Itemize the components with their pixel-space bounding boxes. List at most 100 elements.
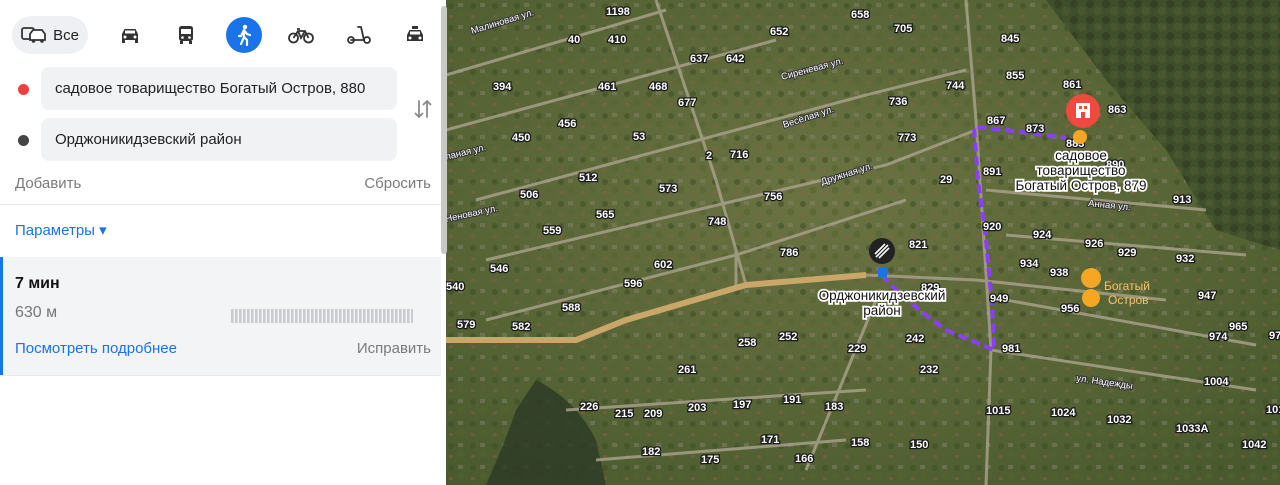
satellite-map[interactable]: 1198 658 705 845 40 410 637 642 652 855 861 863 394 4… [446,0,1280,485]
to-marker-dot [18,135,29,146]
house-number-label: 461 [598,81,616,93]
add-point-link[interactable]: Добавить [15,175,81,192]
elevation-profile [231,309,413,323]
to-field-row: Орджоникидзевский район [15,118,435,162]
house-number-label: 468 [649,81,667,93]
house-number-label: 773 [898,132,916,144]
house-number-label: 891 [983,166,1001,178]
divider [0,375,441,376]
house-number-label: 821 [909,239,927,251]
house-number-label: 209 [644,408,662,420]
house-number-label: 949 [990,293,1008,305]
from-input[interactable]: садовое товарищество Богатый Остров, 880 [41,67,397,110]
walk-icon [237,24,252,46]
house-number-label: 565 [596,209,614,221]
house-number-label: 855 [1006,70,1024,82]
house-number-label: 956 [1061,303,1079,315]
mode-scooter-button[interactable] [344,16,374,54]
house-number-label: 242 [906,333,924,345]
house-number-label: 410 [608,34,626,46]
route-fix-link[interactable]: Исправить [357,340,431,357]
house-number-label: 506 [520,189,538,201]
taxi-icon [407,26,423,41]
house-number-label: 970 [1269,330,1280,342]
poi-label-line1: Богатый [1104,279,1150,293]
house-number-label: 456 [558,118,576,130]
house-number-label: 938 [1050,267,1068,279]
house-number-label: 1042 [1242,439,1266,451]
multi-transport-icon [21,27,46,43]
route-distance: 630 м [15,304,58,321]
mode-walk-button[interactable] [226,17,262,53]
mode-car-button[interactable] [115,16,145,54]
house-number-label: 873 [1026,123,1044,135]
house-number-label: 1004 [1204,376,1229,388]
house-number-label: 258 [738,337,756,349]
swap-arrows-icon [414,100,432,118]
house-number-label: 934 [1020,258,1039,270]
house-number-label: 150 [910,439,928,451]
transport-modes: Все [12,16,432,54]
swap-points-button[interactable] [413,98,433,125]
house-number-label: 394 [493,81,512,93]
map-view[interactable]: 1198 658 705 845 40 410 637 642 652 855 861 863 394 4… [446,0,1280,485]
house-number-label: 540 [446,281,464,293]
house-number-label: 582 [512,321,530,333]
house-number-label: 736 [889,96,907,108]
reset-link[interactable]: Сбросить [364,175,431,192]
house-number-label: 705 [894,23,912,35]
route-time: 7 мин [15,275,60,292]
bus-stop-icon [878,268,887,277]
house-number-label: 183 [825,401,843,413]
house-number-label: 232 [920,364,938,376]
house-number-label: 845 [1001,33,1019,45]
panel-scrollbar[interactable] [441,6,447,254]
poi-pin-icon[interactable] [1081,268,1102,288]
house-number-label: 642 [726,53,744,65]
bus-icon [179,26,193,44]
house-number-label: 175 [701,454,719,466]
house-number-label: 748 [708,216,726,228]
poi-label-line2: Остров [1108,293,1149,307]
mode-all-label: Все [53,26,79,44]
route-card[interactable]: 7 мин 630 м Посмотреть подробнее Исправи… [0,257,441,375]
house-number-label: 756 [764,191,782,203]
house-number-label: 965 [1229,321,1247,333]
route-details-link[interactable]: Посмотреть подробнее [15,340,177,357]
house-number-label: 924 [1033,229,1052,241]
house-number-label: 29 [940,174,952,186]
mode-all-button[interactable]: Все [12,16,88,54]
house-number-label: 197 [733,399,751,411]
destination-sub-icon [1073,130,1087,144]
house-number-label: 158 [851,437,869,449]
house-number-label: 166 [795,453,813,465]
to-input[interactable]: Орджоникидзевский район [41,118,397,161]
mode-bike-button[interactable] [286,16,316,54]
house-number-label: 1015 [986,405,1010,417]
house-number-label: 926 [1085,238,1103,250]
house-number-label: 947 [1198,290,1216,302]
house-number-label: 573 [659,183,677,195]
from-marker-dot [18,84,29,95]
house-number-label: 658 [851,9,869,21]
house-number-label: 40 [568,34,580,46]
house-number-label: 716 [730,149,748,161]
mode-bus-button[interactable] [171,16,201,54]
house-number-label: 1032 [1107,414,1131,426]
destination-label-line3: Богатый Остров, 879 [1015,178,1146,193]
house-number-label: 863 [1108,104,1126,116]
parameters-toggle[interactable]: Параметры ▾ [15,221,107,239]
mode-taxi-button[interactable] [400,16,430,54]
house-number-label: 512 [579,172,597,184]
house-number-label: 2 [706,150,712,162]
scooter-icon [347,26,371,44]
house-number-label: 546 [490,263,508,275]
house-number-label: 1198 [606,6,630,18]
house-number-label: 867 [987,115,1005,127]
house-number-label: 981 [1002,343,1020,355]
house-number-label: 932 [1176,253,1194,265]
house-number-label: 229 [848,343,866,355]
bike-icon [288,28,314,44]
house-number-label: 744 [946,80,965,92]
house-number-label: 920 [983,221,1001,233]
